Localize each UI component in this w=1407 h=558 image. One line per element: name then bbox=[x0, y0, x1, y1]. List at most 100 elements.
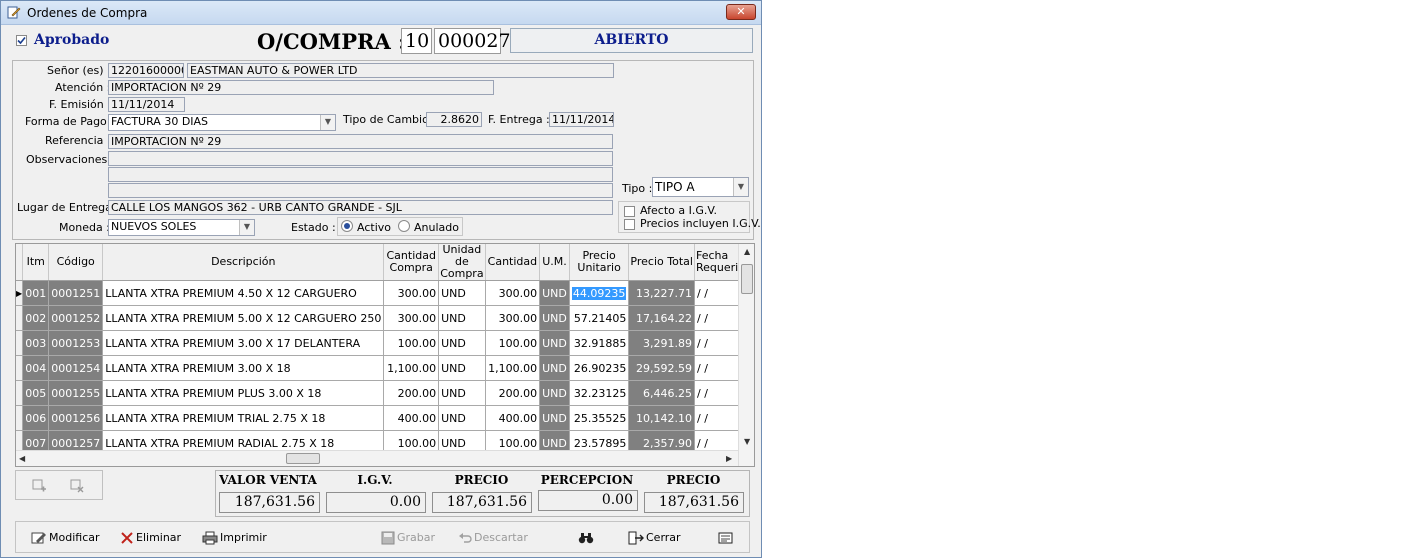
cell-itm[interactable]: 002 bbox=[22, 305, 50, 331]
row-indicator[interactable] bbox=[16, 330, 24, 356]
table-row[interactable]: 005 0001255 LLANTA XTRA PREMIUM PLUS 3.00 … bbox=[16, 380, 754, 406]
cell-um[interactable]: UND bbox=[539, 305, 570, 331]
cell-itm[interactable]: 004 bbox=[22, 355, 50, 381]
cell-desc[interactable]: LLANTA XTRA PREMIUM 3.00 X 18 bbox=[102, 355, 385, 381]
add-row-icon[interactable] bbox=[31, 478, 47, 494]
imprimir-button[interactable]: Imprimir bbox=[202, 528, 267, 548]
grabar-button[interactable]: Grabar bbox=[381, 528, 435, 548]
modificar-button[interactable]: Modificar bbox=[31, 528, 100, 548]
eliminar-button[interactable]: Eliminar bbox=[120, 528, 181, 548]
moneda-dropdown[interactable]: NUEVOS SOLES ▼ bbox=[108, 219, 255, 236]
cell-unidad[interactable]: UND bbox=[438, 380, 486, 406]
cell-desc[interactable]: LLANTA XTRA PREMIUM 4.50 X 12 CARGUERO bbox=[102, 280, 385, 306]
cell-codigo[interactable]: 0001254 bbox=[48, 355, 104, 381]
scroll-up-icon[interactable]: ▲ bbox=[744, 247, 750, 256]
atencion-field[interactable]: IMPORTACION Nº 29 bbox=[108, 80, 494, 95]
cell-um[interactable]: UND bbox=[539, 405, 570, 431]
chevron-down-icon[interactable]: ▼ bbox=[239, 220, 254, 235]
cell-um[interactable]: UND bbox=[539, 330, 570, 356]
cell-desc[interactable]: LLANTA XTRA PREMIUM PLUS 3.00 X 18 bbox=[102, 380, 385, 406]
table-row[interactable]: 002 0001252 LLANTA XTRA PREMIUM 5.00 X 12 … bbox=[16, 305, 754, 331]
cell-precio-unit[interactable]: 32.91885 bbox=[569, 330, 630, 356]
estado-activo-radio[interactable] bbox=[341, 220, 353, 232]
col-header-precio-unitario[interactable]: Precio Unitario bbox=[569, 244, 630, 281]
order-number-field[interactable]: 000027 bbox=[434, 28, 511, 54]
cell-cant-compra[interactable]: 200.00 bbox=[383, 380, 440, 406]
export-button[interactable] bbox=[718, 528, 736, 548]
senor-name-field[interactable]: EASTMAN AUTO & POWER LTD bbox=[187, 63, 614, 78]
cell-itm[interactable]: 006 bbox=[22, 405, 50, 431]
cell-precio-total[interactable]: 17,164.22 bbox=[628, 305, 695, 331]
order-series-field[interactable]: 10 bbox=[401, 28, 432, 54]
lugar-entrega-field[interactable]: CALLE LOS MANGOS 362 - URB CANTO GRANDE … bbox=[108, 200, 613, 215]
col-header-precio-total[interactable]: Precio Total bbox=[628, 244, 695, 281]
referencia-field[interactable]: IMPORTACION Nº 29 bbox=[108, 134, 613, 149]
descartar-button[interactable]: Descartar bbox=[458, 528, 528, 548]
tipo-cambio-field[interactable]: 2.8620 bbox=[426, 112, 482, 127]
row-indicator[interactable] bbox=[16, 380, 24, 406]
cell-cantidad[interactable]: 300.00 bbox=[485, 280, 541, 306]
col-header-itm[interactable]: Itm bbox=[22, 244, 50, 281]
cell-precio-unit[interactable]: 25.35525 bbox=[569, 405, 630, 431]
cell-cant-compra[interactable]: 300.00 bbox=[383, 280, 440, 306]
cell-precio-total[interactable]: 29,592.59 bbox=[628, 355, 695, 381]
table-row[interactable]: 006 0001256 LLANTA XTRA PREMIUM TRIAL 2.75… bbox=[16, 405, 754, 431]
col-header-codigo[interactable]: Código bbox=[48, 244, 104, 281]
precios-igv-checkbox[interactable] bbox=[624, 219, 635, 230]
entrega-date-field[interactable]: 11/11/2014 bbox=[549, 112, 614, 127]
col-header-descripcion[interactable]: Descripción bbox=[102, 244, 385, 281]
chevron-down-icon[interactable]: ▼ bbox=[320, 115, 335, 130]
cell-unidad[interactable]: UND bbox=[438, 280, 486, 306]
close-window-button[interactable]: ✕ bbox=[726, 4, 756, 20]
afecto-igv-checkbox[interactable] bbox=[624, 206, 635, 217]
cell-cant-compra[interactable]: 400.00 bbox=[383, 405, 440, 431]
estado-anulado-radio[interactable] bbox=[398, 220, 410, 232]
col-header-um[interactable]: U.M. bbox=[539, 244, 570, 281]
vertical-scroll-thumb[interactable] bbox=[741, 264, 753, 294]
cell-itm[interactable]: 003 bbox=[22, 330, 50, 356]
col-header-cantidad[interactable]: Cantidad bbox=[485, 244, 541, 281]
cell-cantidad[interactable]: 100.00 bbox=[485, 330, 541, 356]
col-header-cantidad-compra[interactable]: Cantidad Compra bbox=[383, 244, 440, 281]
observaciones-line-1[interactable] bbox=[108, 151, 613, 166]
horizontal-scroll-thumb[interactable] bbox=[286, 453, 320, 464]
forma-pago-dropdown[interactable]: FACTURA 30 DIAS ▼ bbox=[108, 114, 336, 131]
cell-unidad[interactable]: UND bbox=[438, 355, 486, 381]
cell-cantidad[interactable]: 300.00 bbox=[485, 305, 541, 331]
cell-cant-compra[interactable]: 100.00 bbox=[383, 330, 440, 356]
table-row[interactable]: ▶ 001 0001251 LLANTA XTRA PREMIUM 4.50 X 12… bbox=[16, 280, 754, 306]
cell-precio-total[interactable]: 3,291.89 bbox=[628, 330, 695, 356]
scroll-right-icon[interactable]: ▶ bbox=[726, 454, 732, 463]
items-grid[interactable]: Itm Código Descripción Cantidad Compra U… bbox=[15, 243, 755, 467]
cell-precio-total[interactable]: 10,142.10 bbox=[628, 405, 695, 431]
cell-unidad[interactable]: UND bbox=[438, 330, 486, 356]
cell-codigo[interactable]: 0001252 bbox=[48, 305, 104, 331]
cell-cant-compra[interactable]: 1,100.00 bbox=[383, 355, 440, 381]
cell-precio-unit[interactable]: 57.21405 bbox=[569, 305, 630, 331]
col-header-unidad-compra[interactable]: Unidad de Compra bbox=[438, 244, 486, 281]
row-indicator[interactable] bbox=[16, 355, 24, 381]
cell-cantidad[interactable]: 400.00 bbox=[485, 405, 541, 431]
table-row[interactable]: 004 0001254 LLANTA XTRA PREMIUM 3.00 X 18 1… bbox=[16, 355, 754, 381]
buscar-button[interactable] bbox=[578, 528, 596, 548]
cell-codigo[interactable]: 0001251 bbox=[48, 280, 104, 306]
cell-itm[interactable]: 001 bbox=[22, 280, 50, 306]
observaciones-line-2[interactable] bbox=[108, 167, 613, 182]
cell-itm[interactable]: 005 bbox=[22, 380, 50, 406]
grid-horizontal-scrollbar[interactable]: ◀ ▶ bbox=[16, 450, 738, 466]
cell-um[interactable]: UND bbox=[539, 280, 570, 306]
emision-date-field[interactable]: 11/11/2014 bbox=[108, 97, 185, 112]
cell-precio-total[interactable]: 13,227.71 bbox=[628, 280, 695, 306]
chevron-down-icon[interactable]: ▼ bbox=[733, 178, 748, 196]
row-indicator[interactable] bbox=[16, 405, 24, 431]
cell-desc[interactable]: LLANTA XTRA PREMIUM 3.00 X 17 DELANTERA bbox=[102, 330, 385, 356]
approved-checkbox[interactable] bbox=[16, 35, 27, 46]
observaciones-line-3[interactable] bbox=[108, 183, 613, 198]
cell-um[interactable]: UND bbox=[539, 355, 570, 381]
cell-um[interactable]: UND bbox=[539, 380, 570, 406]
cell-precio-total[interactable]: 6,446.25 bbox=[628, 380, 695, 406]
cell-unidad[interactable]: UND bbox=[438, 305, 486, 331]
cell-codigo[interactable]: 0001256 bbox=[48, 405, 104, 431]
senor-code-field[interactable]: 12201600000 bbox=[108, 63, 184, 78]
cell-desc[interactable]: LLANTA XTRA PREMIUM 5.00 X 12 CARGUERO 2… bbox=[102, 305, 385, 331]
